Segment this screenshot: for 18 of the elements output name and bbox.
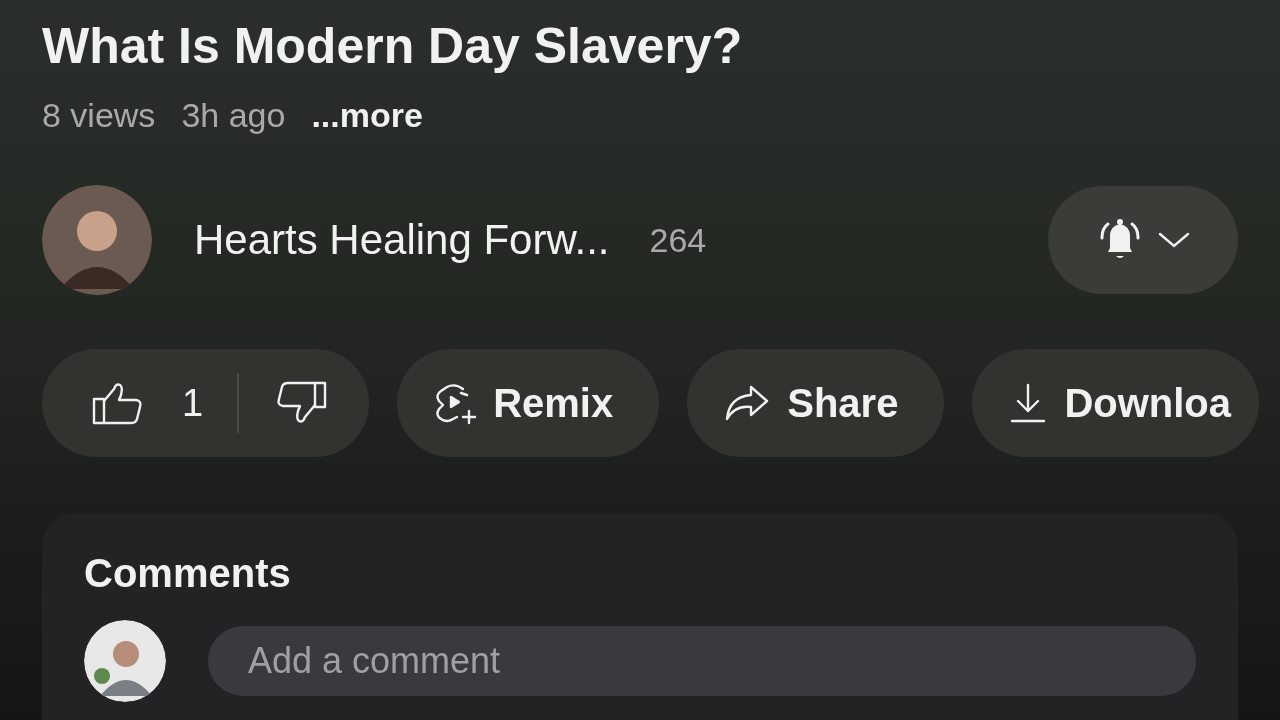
thumbs-up-icon [92, 381, 144, 425]
channel-avatar[interactable] [42, 185, 152, 295]
comments-heading: Comments [84, 551, 292, 596]
view-count: 8 views [42, 96, 156, 135]
subscriber-count: 264 [649, 220, 707, 260]
remix-button[interactable]: Remix [397, 349, 660, 457]
chevron-down-icon [1156, 230, 1192, 250]
share-button[interactable]: Share [687, 349, 945, 457]
like-button[interactable]: 1 [92, 381, 204, 425]
video-title: What Is Modern Day Slavery? [42, 17, 744, 76]
more-link[interactable]: ...more [311, 96, 423, 135]
remix-icon [433, 381, 478, 425]
upload-age: 3h ago [181, 96, 286, 135]
download-button[interactable]: Downloa [972, 349, 1260, 457]
channel-name[interactable]: Hearts Healing Forw... [194, 216, 610, 264]
dislike-button[interactable] [275, 381, 328, 425]
comments-panel[interactable]: Comments Add a comment [42, 513, 1238, 720]
comment-field[interactable]: Add a comment [208, 626, 1196, 696]
